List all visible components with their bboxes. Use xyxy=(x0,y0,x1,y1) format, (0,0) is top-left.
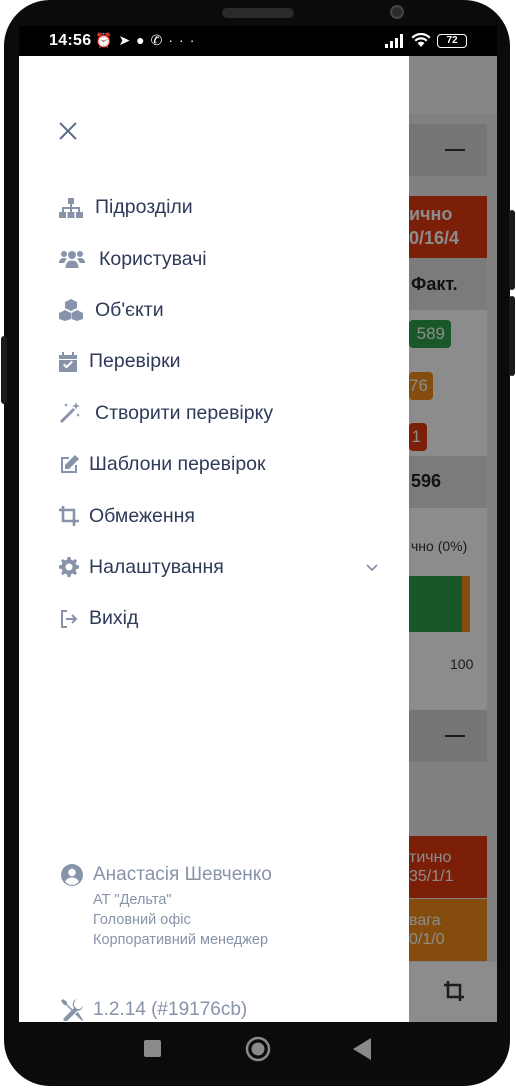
home-circle-icon xyxy=(245,1036,271,1062)
crop-icon xyxy=(59,505,81,527)
menu-item-settings[interactable]: Налаштування xyxy=(59,542,379,593)
earpiece xyxy=(222,8,294,18)
battery-icon: 72 xyxy=(437,33,467,48)
menu-item-users[interactable]: Користувачі xyxy=(59,233,379,284)
menu-label: Об'єкти xyxy=(95,298,164,321)
menu-item-create-inspection[interactable]: Створити перевірку xyxy=(59,388,379,439)
telegram-icon: ➤ xyxy=(118,32,137,48)
menu-label: Користувачі xyxy=(99,247,207,270)
app-version: 1.2.14 (#19176cb) xyxy=(61,999,247,1021)
edit-icon xyxy=(59,454,81,476)
menu-item-logout[interactable]: Вихід xyxy=(59,593,379,644)
menu-label: Перевірки xyxy=(89,350,181,373)
tools-icon xyxy=(61,999,83,1021)
screen: 14:56 ⏰➤●✆··· 72 ично 0/16/4 Факт. 589 7… xyxy=(19,26,497,1022)
profile-company: АТ "Дельта" xyxy=(93,892,172,908)
cubes-icon xyxy=(59,299,85,322)
recents-button[interactable] xyxy=(144,1040,161,1062)
back-button[interactable] xyxy=(353,1038,371,1065)
close-icon xyxy=(59,122,77,140)
menu-item-templates[interactable]: Шаблони перевірок xyxy=(59,439,379,490)
profile-name: Анастасія Шевченко xyxy=(93,864,272,885)
sign-out-icon xyxy=(59,608,81,630)
menu-label: Підрозділи xyxy=(95,196,193,219)
status-right: 72 xyxy=(385,33,467,48)
home-button[interactable] xyxy=(245,1036,271,1067)
gear-icon xyxy=(59,556,81,578)
profile-name-row: Анастасія Шевченко xyxy=(61,864,381,886)
menu-item-objects[interactable]: Об'єкти xyxy=(59,285,379,336)
version-text: 1.2.14 (#19176cb) xyxy=(93,999,248,1020)
magic-wand-icon xyxy=(59,402,85,424)
viber-icon: ✆ xyxy=(150,32,169,48)
users-icon xyxy=(59,248,87,270)
profile-role: Корпоративний менеджер xyxy=(93,932,269,948)
side-button-left xyxy=(1,336,7,404)
status-time: 14:56 xyxy=(49,32,92,49)
side-button-right-1 xyxy=(509,210,515,290)
menu-label: Створити перевірку xyxy=(95,401,274,424)
menu-label: Обмеження xyxy=(89,504,195,527)
menu-label: Налаштування xyxy=(89,555,224,578)
back-triangle-icon xyxy=(353,1038,371,1060)
sitemap-icon xyxy=(59,197,85,219)
drawer-menu: Підрозділи Користувачі Об'єкти Перевірки… xyxy=(59,182,379,645)
navigation-drawer: Підрозділи Користувачі Об'єкти Перевірки… xyxy=(19,56,409,1022)
notification-icons: ⏰➤●✆··· xyxy=(95,32,200,49)
user-circle-icon xyxy=(61,864,83,886)
menu-label: Вихід xyxy=(89,607,139,630)
profile-office: Головний офіс xyxy=(93,912,191,928)
alarm-icon: ⏰ xyxy=(95,32,119,48)
wifi-icon xyxy=(411,33,431,47)
menu-label: Шаблони перевірок xyxy=(89,453,266,476)
chevron-down-icon[interactable] xyxy=(365,556,379,579)
system-nav-bar xyxy=(19,1022,497,1078)
square-icon xyxy=(144,1040,161,1057)
front-camera xyxy=(390,5,404,19)
menu-item-restrictions[interactable]: Обмеження xyxy=(59,490,379,541)
signal-icon xyxy=(385,33,403,48)
close-button[interactable] xyxy=(57,120,79,142)
side-button-right-2 xyxy=(509,296,515,376)
phone-frame: 14:56 ⏰➤●✆··· 72 ично 0/16/4 Факт. 589 7… xyxy=(0,0,516,1090)
user-profile: Анастасія Шевченко АТ "Дельта" Головний … xyxy=(61,864,381,950)
status-bar: 14:56 ⏰➤●✆··· 72 xyxy=(19,26,497,56)
menu-item-inspections[interactable]: Перевірки xyxy=(59,336,379,387)
chat-icon: ● xyxy=(136,32,151,48)
menu-item-subdivisions[interactable]: Підрозділи xyxy=(59,182,379,233)
more-icon: ··· xyxy=(168,32,201,48)
calendar-check-icon xyxy=(59,351,81,373)
